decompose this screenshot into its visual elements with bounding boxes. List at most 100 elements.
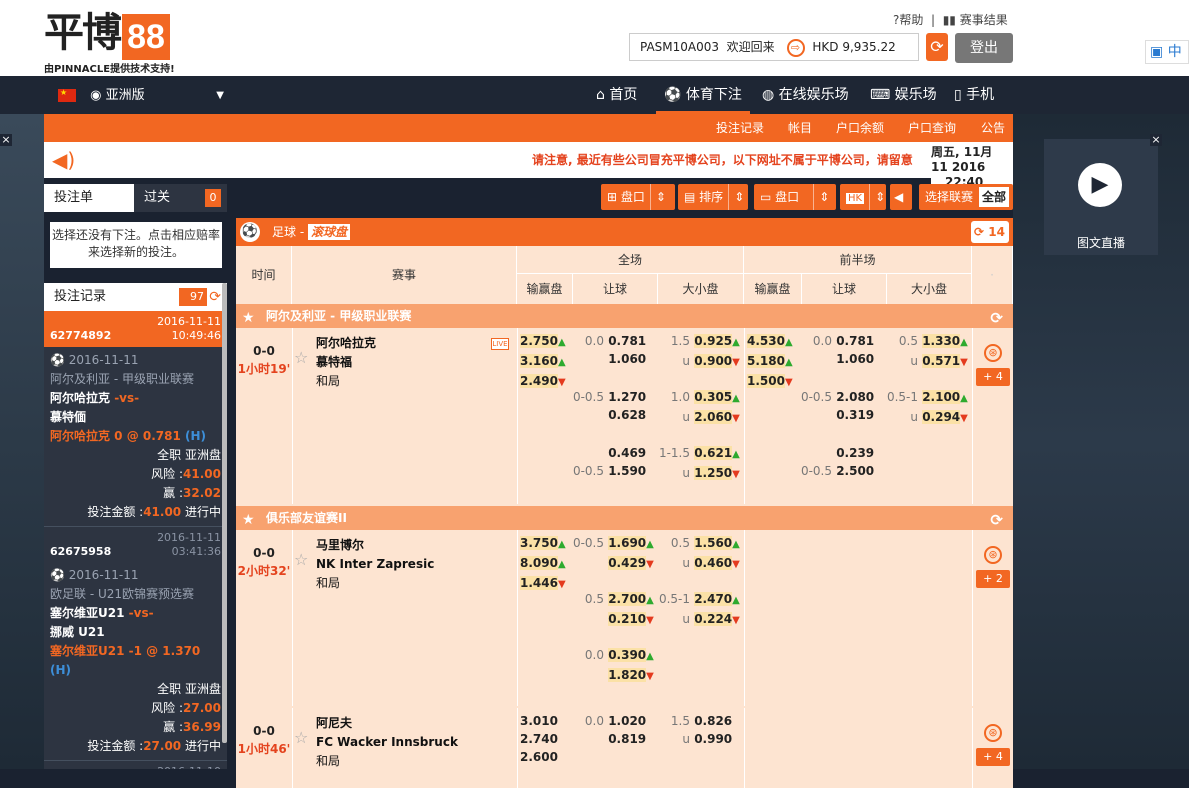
refresh-icon[interactable]: ⟳ xyxy=(990,306,1003,330)
odds-value[interactable]: 1.270 xyxy=(608,390,646,404)
odds-value[interactable]: 3.010 xyxy=(520,714,558,728)
nav-mobile[interactable]: ▯ 手机 xyxy=(954,76,994,114)
league-select-button[interactable]: 选择联赛 全部 xyxy=(919,184,1013,210)
tab-single[interactable]: 投注单 xyxy=(44,184,134,212)
odds-value[interactable]: 0.294 xyxy=(922,410,961,424)
record-header[interactable]: 2016-11-11 62774892 10:49:46 xyxy=(44,311,227,347)
view-select[interactable]: ▭ 盘口 ⇕ xyxy=(754,184,836,210)
notice-message[interactable]: 请注意, 最近有些公司冒充平博公司，以下网址不属于平博公司，请留意 xyxy=(532,142,944,178)
help-link[interactable]: 帮助 xyxy=(899,13,923,27)
moneyline-odds[interactable]: 3.010 2.740 2.600 xyxy=(520,712,558,766)
subnav-account[interactable]: 户口查询 xyxy=(908,114,956,142)
odds-value[interactable]: 1.690 xyxy=(608,536,647,550)
live-center-icon[interactable]: ⊛ xyxy=(984,344,1002,362)
refresh-icon[interactable]: ⟳ xyxy=(209,283,221,311)
sort-select[interactable]: ▤ 排序 ⇕ xyxy=(678,184,748,210)
odds-value[interactable]: 2.740 xyxy=(520,732,558,746)
odds-value[interactable]: 1.060 xyxy=(836,352,874,366)
odds-value[interactable]: 1.820 xyxy=(608,668,647,682)
close-icon[interactable]: × xyxy=(1150,134,1162,146)
ft_hdp-odds[interactable]: 0-0.5 1.690▲ 0.429▼ xyxy=(570,534,654,574)
odds-value[interactable]: 0.571 xyxy=(922,354,961,368)
subnav-statement[interactable]: 帐目 xyxy=(788,114,812,142)
refresh-icon[interactable]: ⟳ xyxy=(990,508,1003,532)
odds-format-select[interactable]: HK ⇕ xyxy=(840,184,886,210)
nav-games[interactable]: ⌨ 娱乐场 xyxy=(870,76,937,114)
home-team[interactable]: 马里博尔 xyxy=(316,536,434,555)
odds-value[interactable]: 1.020 xyxy=(608,714,646,728)
ft_hdp-odds[interactable]: 0-0.5 1.270 0.628 xyxy=(570,388,646,424)
odds-value[interactable]: 0.210 xyxy=(608,612,647,626)
live-center-icon[interactable]: ⊛ xyxy=(984,546,1002,564)
subnav-bets[interactable]: 投注记录 xyxy=(716,114,764,142)
fh_ou-odds[interactable]: 0.5-1 2.100▲ u 0.294▼ xyxy=(884,388,968,428)
favorite-star-icon[interactable]: ☆ xyxy=(294,348,308,367)
odds-value[interactable]: 0.781 xyxy=(836,334,874,348)
fh_hdp-odds[interactable]: 0.0 0.781 1.060 xyxy=(798,332,874,368)
ft_hdp-odds[interactable]: 0.0 0.781 1.060 xyxy=(570,332,646,368)
results-icon[interactable]: ▮▮ xyxy=(943,13,956,27)
odds-value[interactable]: 0.239 xyxy=(836,446,874,460)
odds-value[interactable]: 2.500 xyxy=(836,464,874,478)
odds-value[interactable]: 5.180 xyxy=(747,354,785,368)
odds-value[interactable]: 2.100 xyxy=(922,390,961,404)
odds-value[interactable]: 3.160 xyxy=(520,354,558,368)
subnav-balance[interactable]: 户口余额 xyxy=(836,114,884,142)
ft_ou-odds[interactable]: 1.0 0.305▲ u 2.060▼ xyxy=(656,388,740,428)
ft_ou-odds[interactable]: 0.5 1.560▲ u 0.460▼ xyxy=(656,534,740,574)
logo-number[interactable]: 88 xyxy=(122,14,170,60)
fh_hdp-odds[interactable]: 0.239 0-0.5 2.500 xyxy=(798,444,874,480)
odds-value[interactable]: 0.319 xyxy=(836,408,874,422)
more-markets-button[interactable]: + 2 xyxy=(976,570,1010,588)
odds-value[interactable]: 1.060 xyxy=(608,352,646,366)
odds-value[interactable]: 1.330 xyxy=(922,334,961,348)
play-icon[interactable]: ▶ xyxy=(1078,163,1122,207)
logout-button[interactable]: 登出 xyxy=(955,33,1013,63)
odds-value[interactable]: 2.600 xyxy=(520,750,558,764)
odds-value[interactable]: 0.900 xyxy=(694,354,733,368)
subnav-announcement[interactable]: 公告 xyxy=(981,114,1005,142)
live-tv-icon[interactable]: LIVE xyxy=(491,338,509,350)
nav-casino[interactable]: ◍ 在线娱乐场 xyxy=(762,76,849,114)
moneyline-odds[interactable]: 2.750▲ 3.160▲ 2.490▼ xyxy=(520,332,566,392)
ft_ou-odds[interactable]: 1.5 0.925▲ u 0.900▼ xyxy=(656,332,740,372)
favorite-star-icon[interactable]: ☆ xyxy=(294,728,308,747)
away-team[interactable]: NK Inter Zapresic xyxy=(316,555,434,574)
close-icon[interactable]: × xyxy=(0,134,12,146)
star-icon[interactable]: ★ xyxy=(242,306,255,330)
odds-value[interactable]: 0.429 xyxy=(608,556,647,570)
record-header[interactable]: 2016-11-10 xyxy=(44,760,227,769)
firsthalf-moneyline-odds[interactable]: 4.530▲ 5.180▲ 1.500▼ xyxy=(747,332,793,392)
ft_hdp-odds[interactable]: 0.0 0.390▲ 1.820▼ xyxy=(570,646,654,686)
live-stream-promo[interactable]: ▶ 图文直播 xyxy=(1044,139,1158,255)
odds-value[interactable]: 0.305 xyxy=(694,390,733,404)
odds-value[interactable]: 0.469 xyxy=(608,446,646,460)
ft_hdp-odds[interactable]: 0.5 2.700▲ 0.210▼ xyxy=(570,590,654,630)
fh_hdp-odds[interactable]: 0-0.5 2.080 0.319 xyxy=(798,388,874,424)
odds-value[interactable]: 8.090 xyxy=(520,556,558,570)
odds-value[interactable]: 2.750 xyxy=(520,334,558,348)
nav-home[interactable]: ⌂ 首页 xyxy=(596,76,637,114)
odds-value[interactable]: 2.060 xyxy=(694,410,733,424)
favorite-star-icon[interactable]: ☆ xyxy=(294,550,308,569)
odds-value[interactable]: 2.700 xyxy=(608,592,647,606)
sport-refresh-button[interactable]: ⟳ 14 xyxy=(971,221,1009,243)
star-icon[interactable]: ★ xyxy=(242,508,255,532)
home-team[interactable]: 阿尔哈拉克 xyxy=(316,334,376,353)
odds-value[interactable]: 1.250 xyxy=(694,466,733,480)
home-team[interactable]: 阿尼夫 xyxy=(316,714,458,733)
more-markets-button[interactable]: + 4 xyxy=(976,368,1010,386)
odds-value[interactable]: 0.621 xyxy=(694,446,733,460)
market-select[interactable]: ⊞ 盘口 ⇕ xyxy=(601,184,675,210)
odds-value[interactable]: 0.819 xyxy=(608,732,646,746)
odds-value[interactable]: 0.781 xyxy=(608,334,646,348)
record-header[interactable]: 2016-11-11 62675958 03:41:36 xyxy=(44,526,227,562)
refresh-balance-button[interactable]: ⟳ xyxy=(926,33,948,61)
results-link[interactable]: 赛事结果 xyxy=(960,13,1008,27)
ft_ou-odds[interactable]: 0.5-1 2.470▲ u 0.224▼ xyxy=(656,590,740,630)
odds-value[interactable]: 1.590 xyxy=(608,464,646,478)
odds-value[interactable]: 0.460 xyxy=(694,556,733,570)
sound-toggle[interactable]: ◀ xyxy=(890,184,912,210)
tab-parlay[interactable]: 过关 0 xyxy=(134,184,227,212)
odds-value[interactable]: 2.080 xyxy=(836,390,874,404)
